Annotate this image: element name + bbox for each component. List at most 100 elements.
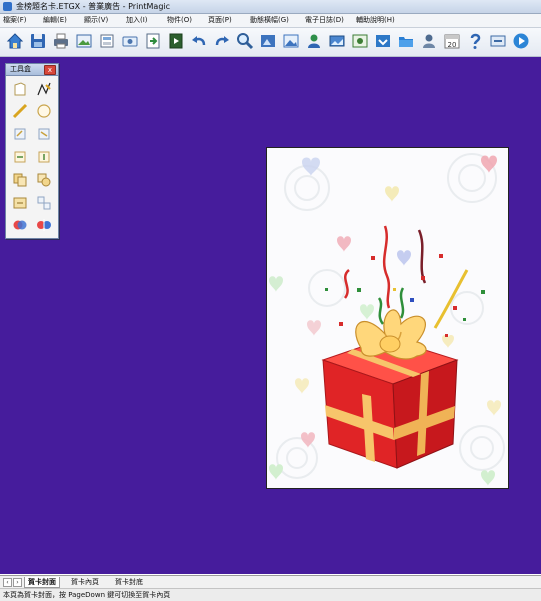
layout-button[interactable] (97, 31, 117, 51)
undo-icon (192, 36, 206, 46)
pen-tool-icon (37, 82, 51, 96)
print-button[interactable] (51, 31, 71, 51)
align-down-tool[interactable] (34, 147, 54, 167)
menu-edit[interactable]: 編輯(E) (43, 15, 67, 26)
calendar-icon: 20 (444, 34, 460, 49)
web-icon (490, 35, 506, 47)
title-bar: 金榜題名卡.ETGX - 普業廣告 - PrintMagic (0, 0, 541, 14)
help-button[interactable] (465, 31, 485, 51)
window-title: 金榜題名卡.ETGX - 普業廣告 - PrintMagic (16, 2, 171, 11)
copy-tool-icon (13, 173, 27, 187)
photo-icon (329, 35, 345, 47)
copy-tool[interactable] (10, 170, 30, 190)
redo-icon (215, 36, 229, 46)
menu-help[interactable]: 輔助說明(H) (356, 15, 395, 26)
home-button[interactable] (5, 31, 25, 51)
menu-object[interactable]: 物件(O) (167, 15, 192, 26)
page-tool-icon (14, 82, 26, 96)
app-icon (3, 2, 12, 11)
greeting-card-page[interactable] (266, 147, 509, 489)
image-import-icon (376, 35, 390, 47)
save-icon (31, 34, 45, 48)
line-tool[interactable] (10, 101, 30, 121)
ungroup-tool[interactable] (34, 193, 54, 213)
help-icon (470, 33, 481, 49)
image-import-button[interactable] (373, 31, 393, 51)
person-button[interactable] (419, 31, 439, 51)
zoom-icon (237, 33, 254, 50)
flip-tool-icon (38, 128, 50, 140)
menu-banner[interactable]: 動態橫幅(G) (250, 15, 289, 26)
user-button[interactable] (304, 31, 324, 51)
folder-icon (399, 37, 413, 47)
align-left-tool[interactable] (10, 147, 30, 167)
play-icon (513, 33, 529, 49)
rotate-tool[interactable] (10, 124, 30, 144)
import-icon (169, 33, 183, 49)
save-button[interactable] (28, 31, 48, 51)
group-tool[interactable] (10, 193, 30, 213)
shape-tool[interactable] (34, 170, 54, 190)
print-preview-icon (76, 34, 92, 48)
menu-file[interactable]: 檔案(F) (3, 15, 27, 26)
calendar-button[interactable]: 20 (442, 31, 462, 51)
group-tool-icon (13, 197, 27, 209)
image-edit-button[interactable] (258, 31, 278, 51)
ticket-button[interactable] (120, 31, 140, 51)
toolbox-title: 工具盒 (10, 65, 31, 73)
toolbox-header[interactable]: 工具盒 x (6, 64, 58, 76)
shape-tool-icon (37, 173, 51, 187)
menu-insert[interactable]: 加入(I) (126, 15, 148, 26)
play-button[interactable] (511, 31, 531, 51)
image-export-button[interactable] (350, 31, 370, 51)
rotate-tool-icon (14, 128, 26, 140)
ungroup-tool-icon (37, 196, 51, 210)
tab-next-arrow[interactable]: › (13, 578, 22, 587)
tab-card-inside[interactable]: 賀卡內頁 (68, 577, 102, 587)
split-tool-icon (37, 219, 51, 231)
align-left-tool-icon (14, 151, 26, 163)
pen-tool[interactable] (34, 79, 54, 99)
flip-tool[interactable] (34, 124, 54, 144)
import-button[interactable] (166, 31, 186, 51)
tab-card-cover[interactable]: 賀卡封面 (24, 577, 60, 588)
zoom-button[interactable] (235, 31, 255, 51)
redo-button[interactable] (212, 31, 232, 51)
picture-icon (283, 34, 299, 48)
split-tool[interactable] (34, 215, 54, 235)
undo-button[interactable] (189, 31, 209, 51)
toolbox-panel: 工具盒 x (5, 63, 59, 239)
align-down-tool-icon (38, 151, 50, 163)
tab-card-back[interactable]: 賀卡封底 (112, 577, 146, 587)
gift-box-illustration (269, 153, 505, 486)
ellipse-tool[interactable] (34, 101, 54, 121)
page-tool[interactable] (10, 79, 30, 99)
status-bar: 本頁為賀卡封面，按 PageDown 鍵可切換至賀卡內頁 (0, 588, 541, 601)
print-icon (54, 33, 68, 49)
menu-view[interactable]: 顯示(V) (84, 15, 108, 26)
person-icon (423, 34, 435, 48)
sheet-tab-bar: ‹ › 賀卡封面 賀卡內頁 賀卡封底 (0, 575, 541, 588)
merge-tool[interactable] (10, 215, 30, 235)
export-icon (146, 33, 160, 49)
folder-button[interactable] (396, 31, 416, 51)
print-preview-button[interactable] (74, 31, 94, 51)
user-icon (308, 34, 320, 48)
menu-page[interactable]: 頁面(P) (208, 15, 232, 26)
picture-button[interactable] (281, 31, 301, 51)
merge-tool-icon (13, 220, 27, 230)
photo-button[interactable] (327, 31, 347, 51)
web-button[interactable] (488, 31, 508, 51)
layout-icon (100, 34, 114, 48)
home-icon (6, 33, 24, 49)
menu-journal[interactable]: 電子日誌(D) (305, 15, 344, 26)
main-toolbar: 20 (0, 28, 541, 57)
image-edit-icon (261, 35, 275, 47)
line-tool-icon (12, 103, 28, 119)
menu-bar: 檔案(F) 編輯(E) 顯示(V) 加入(I) 物件(O) 頁面(P) 動態橫幅… (0, 14, 541, 28)
status-message: 本頁為賀卡封面，按 PageDown 鍵可切換至賀卡內頁 (3, 591, 171, 599)
toolbox-close-button[interactable]: x (44, 65, 56, 75)
tab-prev-arrow[interactable]: ‹ (3, 578, 12, 587)
ticket-icon (122, 36, 138, 47)
export-button[interactable] (143, 31, 163, 51)
